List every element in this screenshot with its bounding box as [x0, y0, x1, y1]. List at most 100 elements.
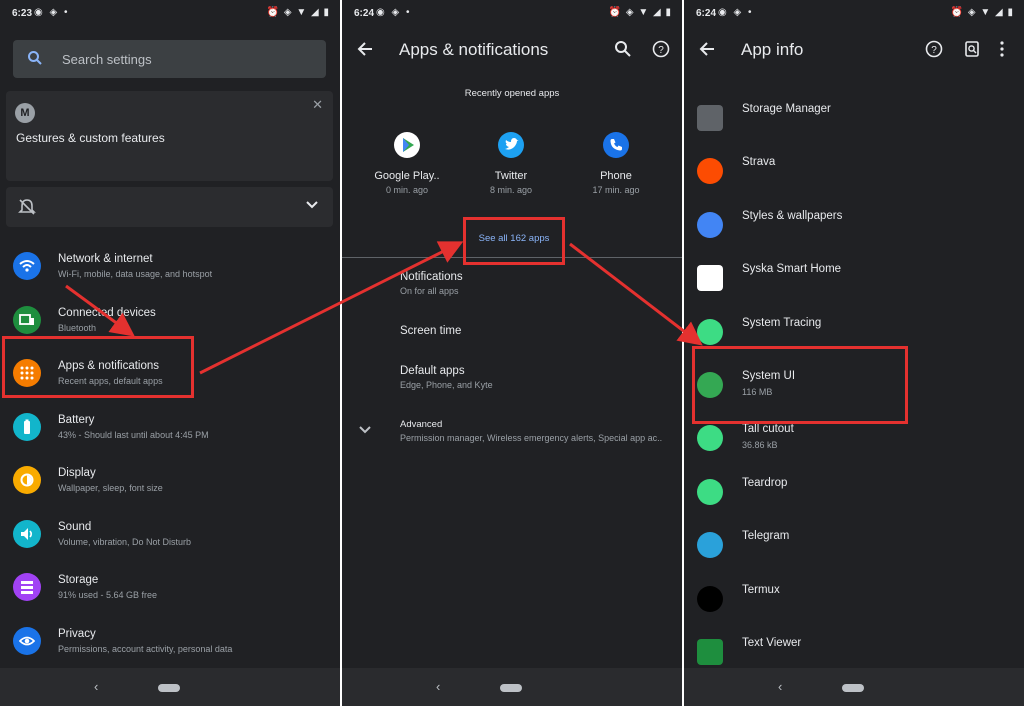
devices-icon — [13, 305, 41, 334]
navigation-bar: ‹ — [0, 668, 340, 706]
app-list-item[interactable]: Syska Smart Home — [684, 256, 1024, 306]
page-title: Apps & notifications — [399, 40, 549, 59]
settings-item-title: Sound — [58, 520, 92, 533]
nav-home-pill[interactable] — [158, 684, 180, 692]
search-app-icon[interactable] — [963, 40, 981, 58]
status-bar: 6:24 ◉ ◈ • ⏰ ◈ ▼ ◢ ▮ — [342, 0, 682, 28]
recent-app-time: 0 min. ago — [385, 185, 429, 195]
status-bar: 6:24 ◉ ◈ • ⏰ ◈ ▼ ◢ ▮ — [684, 0, 1024, 28]
svg-text:?: ? — [658, 45, 664, 56]
status-bar: 6:23 ◉ ◈ • ⏰ ◈ ▼ ◢ ▮ — [0, 0, 340, 28]
app-name: Styles & wallpapers — [742, 209, 843, 222]
eye-icon — [13, 626, 41, 655]
app-icon — [697, 265, 723, 292]
menu-item-title: Screen time — [400, 325, 462, 337]
nav-back-icon[interactable]: ‹ — [94, 679, 98, 694]
nav-back-icon[interactable]: ‹ — [436, 679, 440, 694]
app-size: 36.86 kB — [742, 440, 778, 451]
card-title: Gestures & custom features — [16, 131, 165, 145]
brightness-icon — [13, 466, 41, 494]
settings-item[interactable]: Sound Volume, vibration, Do Not Disturb — [0, 513, 340, 563]
app-icon — [498, 132, 524, 158]
settings-item[interactable]: Network & internet Wi-Fi, mobile, data us… — [0, 245, 340, 295]
app-list-item[interactable]: Teardrop — [684, 470, 1024, 520]
motorola-logo-icon: M — [15, 103, 35, 123]
recent-app-name: Google Play.. — [374, 170, 440, 182]
menu-item-title: Notifications — [400, 271, 463, 283]
menu-item[interactable]: Screen time — [400, 325, 680, 337]
settings-item-title: Storage — [58, 574, 99, 586]
recent-app[interactable]: Phone 17 min. ago — [566, 132, 666, 195]
highlight-apps-notifications — [2, 336, 194, 398]
app-list-item[interactable]: Telegram — [684, 523, 1024, 573]
settings-item-title: Display — [58, 467, 96, 479]
settings-item[interactable]: Display Wallpaper, sleep, font size — [0, 459, 340, 509]
menu-item[interactable]: Default apps Edge, Phone, and Kyte — [400, 365, 680, 390]
notification-icons: ◉ ◈ • — [376, 7, 412, 18]
status-time: 6:24 — [696, 8, 717, 19]
svg-text:?: ? — [931, 45, 937, 56]
help-icon[interactable]: ? — [925, 40, 943, 58]
menu-item-title: Default apps — [400, 365, 465, 377]
app-bar: Apps & notifications ? — [342, 30, 682, 70]
app-list-item[interactable]: Strava — [684, 149, 1024, 199]
app-list-item[interactable]: Styles & wallpapers — [684, 203, 1024, 253]
settings-item-title: Network & internet — [58, 253, 153, 265]
expand-chevron-icon[interactable] — [358, 425, 372, 435]
menu-item-subtitle: Permission manager, Wireless emergency a… — [400, 433, 663, 443]
highlight-see-all-apps — [463, 217, 565, 265]
menu-item[interactable]: Notifications On for all apps — [400, 271, 680, 296]
settings-item-subtitle: Volume, vibration, Do Not Disturb — [58, 536, 192, 547]
menu-item[interactable]: Advanced Permission manager, Wireless eme… — [400, 419, 680, 443]
nav-back-icon[interactable]: ‹ — [778, 679, 782, 694]
settings-item-title: Battery — [58, 413, 95, 426]
settings-item-subtitle: 91% used - 5.64 GB free — [58, 590, 158, 600]
settings-item-subtitle: 43% - Should last until about 4:45 PM — [58, 429, 209, 440]
chevron-down-icon[interactable] — [305, 200, 319, 210]
app-icon — [697, 425, 723, 452]
app-icon — [697, 585, 723, 612]
settings-item-title: Privacy — [58, 627, 96, 640]
settings-item[interactable]: Storage 91% used - 5.64 GB free — [0, 566, 340, 616]
app-icon — [697, 478, 723, 505]
back-arrow-icon[interactable] — [698, 40, 716, 58]
search-icon[interactable] — [614, 40, 632, 58]
recent-apps-heading: Recently opened apps — [464, 88, 560, 99]
settings-item-subtitle: Wallpaper, sleep, font size — [58, 483, 163, 493]
nav-home-pill[interactable] — [842, 684, 864, 692]
app-list-item[interactable]: Termux — [684, 577, 1024, 627]
navigation-bar: ‹ — [684, 668, 1024, 706]
gestures-suggestion-card[interactable]: M Gestures & custom features ✕ — [6, 91, 333, 181]
menu-item-title: Advanced — [400, 419, 443, 430]
app-name: Storage Manager — [742, 103, 831, 115]
close-icon[interactable]: ✕ — [312, 97, 323, 113]
app-icon — [697, 211, 723, 238]
recent-app-time: 8 min. ago — [489, 185, 533, 195]
app-icon — [603, 132, 629, 158]
app-name: Teardrop — [742, 476, 788, 489]
settings-item-subtitle: Bluetooth — [58, 322, 97, 333]
nav-home-pill[interactable] — [500, 684, 522, 692]
app-name: Telegram — [742, 530, 790, 543]
highlight-system-ui — [692, 346, 908, 424]
recent-app-name: Twitter — [494, 170, 528, 182]
recent-app[interactable]: Google Play.. 0 min. ago — [357, 132, 457, 195]
settings-item[interactable]: Battery 43% - Should last until about 4:4… — [0, 406, 340, 456]
app-name: Strava — [742, 156, 776, 169]
search-settings-bar[interactable]: Search settings — [13, 40, 326, 78]
help-icon[interactable]: ? — [652, 40, 670, 58]
more-options-icon[interactable] — [998, 40, 1006, 58]
system-status-icons: ⏰ ◈ ▼ ◢ ▮ — [266, 7, 330, 18]
search-icon — [28, 51, 42, 65]
do-not-disturb-suggestion[interactable] — [6, 187, 333, 227]
app-bar: App info ? — [684, 30, 1024, 70]
recent-app[interactable]: Twitter 8 min. ago — [461, 132, 561, 195]
app-icon — [697, 639, 723, 665]
battery-icon — [13, 412, 41, 441]
app-name: Tall cutout — [742, 423, 794, 436]
menu-item-subtitle: On for all apps — [400, 286, 459, 296]
system-status-icons: ⏰ ◈ ▼ ◢ ▮ — [950, 7, 1014, 18]
app-list-item[interactable]: Storage Manager — [684, 96, 1024, 146]
back-arrow-icon[interactable] — [356, 40, 374, 58]
settings-item[interactable]: Privacy Permissions, account activity, pe… — [0, 620, 340, 670]
